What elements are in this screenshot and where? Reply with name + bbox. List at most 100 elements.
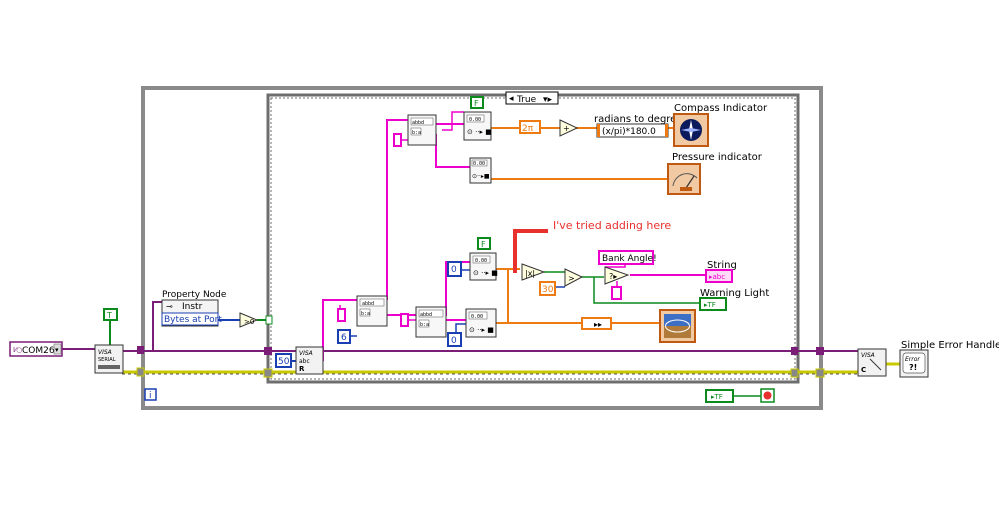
- error-tunnel-right: [815, 368, 825, 378]
- svg-text:SERIAL: SERIAL: [98, 357, 116, 363]
- visa-case-tunnel: [264, 347, 272, 355]
- svg-text:>0: >0: [244, 318, 254, 326]
- true-constant[interactable]: T: [103, 308, 118, 321]
- error-case-tunnel-right: [790, 368, 799, 378]
- two-pi-constant[interactable]: 2π: [519, 120, 541, 134]
- stop-condition-terminal[interactable]: [760, 388, 775, 403]
- false-constant-top[interactable]: F: [470, 96, 484, 109]
- svg-text:0.00: 0.00: [475, 258, 487, 264]
- attitude-indicator[interactable]: [659, 309, 696, 343]
- svg-text:?!: ?!: [909, 363, 917, 372]
- visa-read[interactable]: VISA abc R: [295, 346, 324, 375]
- pressure-indicator[interactable]: [667, 163, 701, 195]
- svg-text:Bank Angle!: Bank Angle!: [602, 254, 657, 264]
- svg-text:▾: ▾: [55, 346, 59, 354]
- svg-text:▸TF: ▸TF: [711, 393, 723, 401]
- svg-text:⊙ ··▸ ■: ⊙ ··▸ ■: [469, 326, 494, 334]
- svg-text:◂: ◂: [509, 94, 514, 104]
- svg-text:abc: abc: [299, 358, 310, 365]
- add-function[interactable]: +: [559, 119, 579, 137]
- svg-text:C: C: [861, 366, 866, 374]
- string-constant-b[interactable]: [393, 133, 402, 147]
- compass-indicator[interactable]: [673, 113, 709, 147]
- svg-text:6: 6: [341, 333, 347, 343]
- svg-text:⊙ ··▸ ■: ⊙ ··▸ ■: [473, 269, 498, 277]
- svg-text:⊙ ··▸ ■: ⊙ ··▸ ■: [467, 128, 492, 136]
- simple-error-handler[interactable]: Error ?!: [899, 349, 929, 378]
- svg-text:i: i: [149, 391, 152, 401]
- tf-boolean-terminal[interactable]: ▸TF: [705, 389, 734, 403]
- svg-text:30: 30: [542, 285, 554, 295]
- svg-text:VISA: VISA: [861, 352, 875, 359]
- svg-text:⊙··▸■: ⊙··▸■: [472, 173, 490, 180]
- svg-text:VISA: VISA: [299, 350, 313, 357]
- com-port-label: COM26: [22, 346, 55, 356]
- bank-angle-constant[interactable]: Bank Angle!: [598, 250, 657, 265]
- zero-constant-b[interactable]: 0: [447, 332, 462, 347]
- warning-light-indicator[interactable]: ▸TF: [699, 297, 727, 311]
- error-case-tunnel: [263, 368, 273, 378]
- svg-text:(x/pi)*180.0: (x/pi)*180.0: [602, 127, 656, 137]
- svg-text:0.00: 0.00: [471, 314, 483, 320]
- false-constant-mid[interactable]: F: [477, 237, 491, 250]
- visa-configure-serial[interactable]: VISA SERIAL: [94, 344, 124, 374]
- string-indicator[interactable]: ▸abc: [705, 269, 733, 283]
- decimal-to-number-2[interactable]: 0.00 ⊙··▸■: [469, 157, 492, 184]
- decimal-to-number-4[interactable]: 0.00 ⊙ ··▸ ■: [465, 308, 497, 338]
- scan-string-node-top[interactable]: abbd b:a: [407, 114, 437, 146]
- bytes-to-read-constant[interactable]: 50: [275, 353, 292, 368]
- error-tunnel-left: [136, 367, 145, 377]
- svg-text:F: F: [474, 99, 479, 108]
- thirty-constant[interactable]: 30: [539, 281, 556, 296]
- decimal-to-number-1[interactable]: 0.00 ⊙ ··▸ ■: [463, 111, 492, 141]
- svg-text:▾▸: ▾▸: [543, 95, 553, 105]
- visa-tunnel-left: [137, 346, 144, 354]
- svg-text:b:a: b:a: [412, 130, 421, 136]
- string-constant-a[interactable]: [337, 308, 346, 322]
- annotation-marker: [513, 229, 548, 273]
- property-node-row1: Instr: [182, 302, 203, 312]
- visa-case-tunnel-right: [791, 347, 798, 355]
- svg-text:b:a: b:a: [361, 311, 370, 317]
- svg-text:Error: Error: [905, 356, 920, 363]
- formula-node[interactable]: (x/pi)*180.0: [596, 123, 669, 138]
- absolute-value-function[interactable]: |x|: [521, 263, 546, 281]
- annotation-text: I've tried adding here: [553, 219, 671, 232]
- case-selector[interactable]: ◂ True ▾▸: [505, 91, 559, 105]
- svg-text:abbd: abbd: [412, 120, 424, 126]
- svg-text:T: T: [106, 311, 112, 320]
- string-constant-c[interactable]: [400, 313, 409, 327]
- svg-text:0: 0: [451, 336, 457, 346]
- svg-text:▸TF: ▸TF: [704, 301, 716, 309]
- greater-than-function[interactable]: >: [564, 268, 584, 287]
- svg-text:0: 0: [451, 265, 457, 275]
- loop-iteration-terminal[interactable]: i: [144, 388, 157, 401]
- zero-constant-a[interactable]: 0: [447, 261, 462, 277]
- svg-text:▸abc: ▸abc: [709, 273, 725, 281]
- property-node[interactable]: Property Node ⊸ Instr Bytes at Port: [161, 290, 227, 327]
- property-node-title: Property Node: [162, 290, 227, 300]
- integer-six-constant[interactable]: 6: [337, 329, 351, 344]
- case-selector-label: True: [516, 95, 537, 105]
- compass-indicator-label: Compass Indicator: [674, 103, 768, 114]
- svg-text:|x|: |x|: [525, 269, 535, 278]
- block-diagram: ◂ True ▾▸ I⁄○ COM26 ▾ T VISA SERIAL Prop…: [9, 86, 999, 410]
- visa-close[interactable]: VISA C: [857, 348, 887, 377]
- decimal-to-number-3[interactable]: 0.00 ⊙ ··▸ ■: [469, 252, 498, 281]
- svg-text:VISA: VISA: [98, 349, 112, 356]
- com-port-control[interactable]: I⁄○ COM26 ▾: [9, 341, 63, 357]
- svg-text:I⁄○: I⁄○: [13, 346, 22, 354]
- svg-text:R: R: [299, 365, 305, 373]
- scan-string-node-bottom[interactable]: abbd b:a: [415, 306, 447, 338]
- bundle-node[interactable]: ▸▸: [581, 317, 612, 330]
- svg-text:?▸: ?▸: [609, 272, 617, 281]
- empty-string-constant[interactable]: [611, 286, 622, 300]
- svg-text:abbd: abbd: [420, 312, 432, 318]
- svg-text:⊸: ⊸: [166, 302, 173, 311]
- svg-text:>: >: [568, 274, 575, 283]
- svg-text:▸▸: ▸▸: [594, 320, 602, 329]
- svg-text:abbd: abbd: [362, 301, 374, 307]
- svg-text:0.00: 0.00: [473, 161, 485, 167]
- scan-string-node-1[interactable]: abbd b:a: [356, 295, 388, 327]
- svg-text:F: F: [481, 240, 486, 249]
